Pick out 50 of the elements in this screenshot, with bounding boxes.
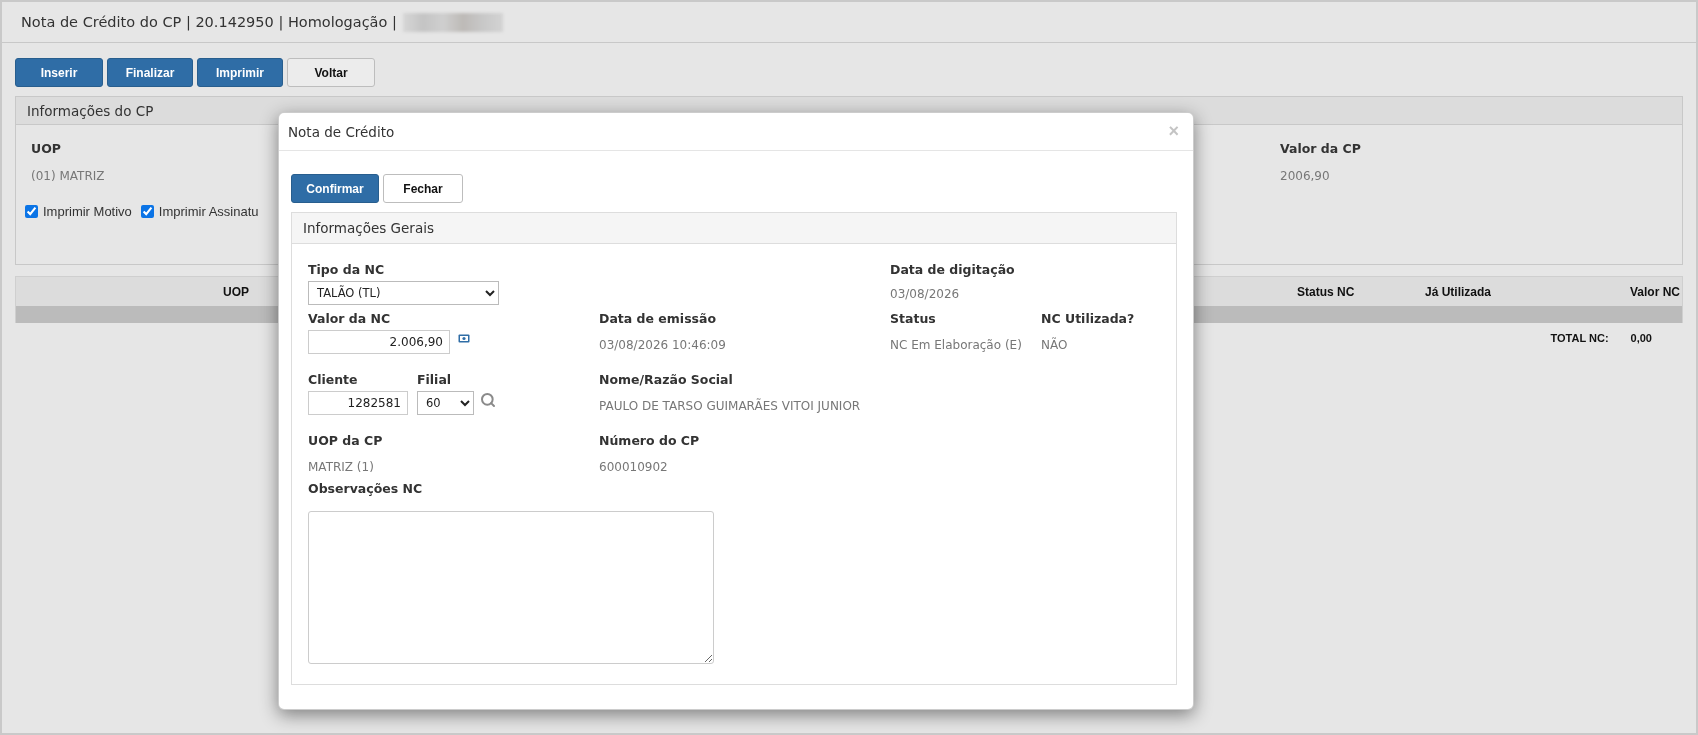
toolbar-button[interactable]: Inserir	[15, 58, 103, 87]
toolbar-button[interactable]: Voltar	[287, 58, 375, 87]
column-header: UOP	[223, 284, 250, 299]
total-label: TOTAL NC:	[1550, 332, 1609, 344]
toolbar-button[interactable]: Finalizar	[107, 58, 193, 87]
field-label: Status	[890, 311, 937, 326]
panel-title: Informações do CP	[27, 102, 154, 119]
field-label: Valor da CP	[1280, 141, 1362, 156]
page-title: Nota de Crédito do CP | 20.142950 | Homologação |	[21, 14, 397, 30]
modal-button[interactable]: Fechar	[383, 174, 463, 203]
field-label: UOP da CP	[308, 433, 384, 448]
field-value: NÃO	[1041, 338, 1069, 352]
field-label: Nome/Razão Social	[599, 372, 734, 387]
field-value: 03/08/2026	[890, 287, 961, 301]
panel-title: Informações Gerais	[303, 220, 434, 236]
client-field[interactable]: 1282581	[308, 391, 408, 415]
modal-title: Nota de Crédito	[288, 123, 395, 140]
field-label: NC Utilizada?	[1041, 311, 1136, 326]
field-value: 2006,90	[1280, 169, 1331, 183]
field-value: 600010902	[599, 460, 669, 474]
banknote-icon	[458, 333, 470, 343]
toolbar-button[interactable]: Imprimir	[197, 58, 283, 87]
search-icon[interactable]	[480, 392, 496, 408]
checkbox-label: Imprimir Assinatu	[158, 204, 259, 219]
field-value: NC Em Elaboração (E)	[890, 338, 1023, 352]
field-label: Data de digitação	[890, 262, 1016, 277]
column-header: Já Utilizada	[1425, 284, 1493, 299]
checkbox[interactable]	[25, 205, 38, 218]
field-label: Filial	[417, 372, 453, 387]
field-label: Data de emissão	[599, 311, 718, 326]
field-label: Número do CP	[599, 433, 701, 448]
total-value: 0,00	[1630, 332, 1652, 344]
field-label: Cliente	[308, 372, 359, 387]
field-label: Tipo da NC	[308, 262, 386, 277]
notes-field[interactable]	[308, 511, 714, 664]
type-select[interactable]: TALÃO (TL)	[308, 281, 499, 305]
field-label: Observações NC	[308, 481, 424, 496]
field-value: PAULO DE TARSO GUIMARÃES VITOI JUNIOR	[599, 399, 862, 413]
field-value: (01) MATRIZ	[31, 169, 106, 183]
field-value: MATRIZ (1)	[308, 460, 375, 474]
modal-button[interactable]: Confirmar	[291, 174, 379, 203]
field-label: Valor da NC	[308, 311, 392, 326]
amount-field[interactable]: 2.006,90	[308, 330, 450, 354]
branch-select[interactable]: 60	[417, 391, 474, 415]
field-label: UOP	[31, 141, 62, 156]
field-value: 03/08/2026 10:46:09	[599, 338, 727, 352]
checkbox-label: Imprimir Motivo	[43, 204, 132, 219]
column-header: Valor NC	[1630, 284, 1681, 299]
checkbox[interactable]	[140, 205, 154, 218]
column-header: Status NC	[1297, 284, 1356, 299]
